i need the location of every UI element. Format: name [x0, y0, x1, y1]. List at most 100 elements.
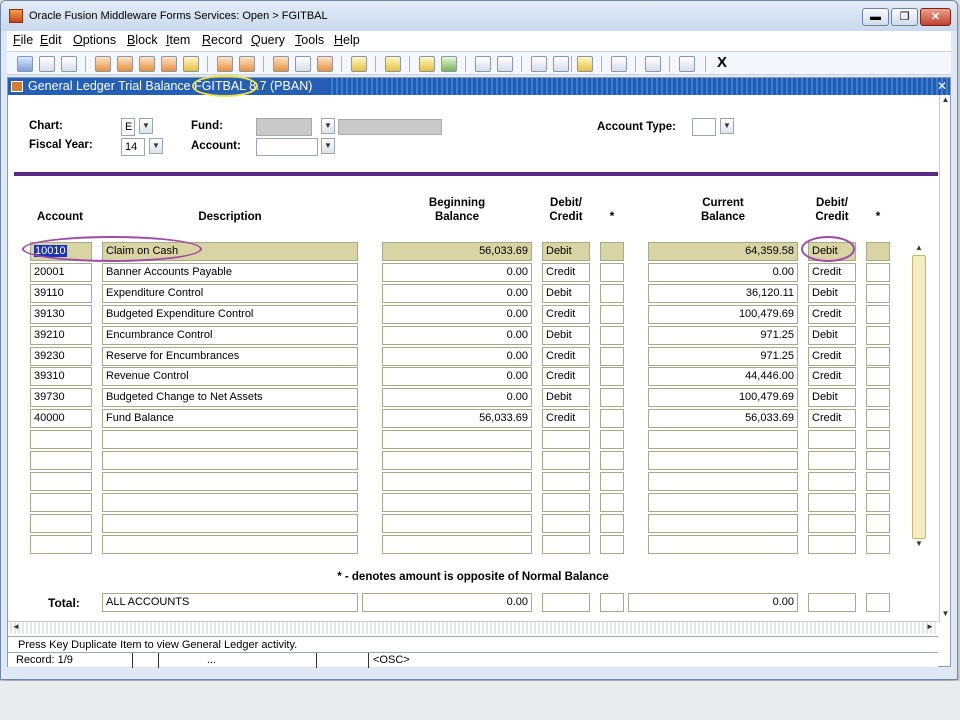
beginning-balance-cell[interactable]: 0.00 [382, 367, 532, 386]
description-cell[interactable] [102, 535, 358, 554]
debit-credit-cell[interactable]: Credit [808, 409, 856, 428]
menu-edit[interactable]: Edit [40, 33, 62, 47]
account-field[interactable] [256, 138, 318, 156]
current-balance-cell[interactable]: 100,479.69 [648, 388, 798, 407]
debit-credit-cell[interactable]: Debit [808, 284, 856, 303]
maximize-button[interactable]: ❐ [891, 8, 918, 26]
scroll-left-icon[interactable]: ◄ [10, 622, 22, 634]
debit-credit-cell[interactable]: Credit [542, 367, 590, 386]
delete-record-icon[interactable] [317, 56, 333, 72]
opposite-flag-cell[interactable] [866, 514, 890, 533]
form-scroll-down-icon[interactable]: ▼ [940, 609, 951, 621]
fund-field[interactable] [256, 118, 312, 136]
opposite-flag-cell[interactable] [866, 430, 890, 449]
debit-credit-cell[interactable] [808, 535, 856, 554]
debit-credit-cell[interactable] [808, 514, 856, 533]
opposite-flag-cell[interactable] [600, 242, 624, 261]
workflow-icon[interactable] [611, 56, 627, 72]
description-cell[interactable]: Claim on Cash [102, 242, 358, 261]
execute-query-icon[interactable] [239, 56, 255, 72]
menu-file[interactable]: File [13, 33, 33, 47]
close-button[interactable]: ✕ [920, 8, 951, 26]
exit-button[interactable]: X [717, 54, 727, 71]
opposite-flag-cell[interactable] [600, 535, 624, 554]
description-cell[interactable]: Revenue Control [102, 367, 358, 386]
opposite-flag-cell[interactable] [600, 305, 624, 324]
current-balance-cell[interactable] [648, 535, 798, 554]
account-cell[interactable]: 39310 [30, 367, 92, 386]
menu-item[interactable]: Item [166, 33, 190, 47]
opposite-flag-cell[interactable] [600, 263, 624, 282]
debit-credit-cell[interactable]: Credit [542, 347, 590, 366]
beginning-balance-cell[interactable] [382, 430, 532, 449]
beginning-balance-cell[interactable]: 56,033.69 [382, 409, 532, 428]
insert-icon[interactable] [273, 56, 289, 72]
menu-block[interactable]: Block [127, 33, 158, 47]
previous-record-icon[interactable] [161, 56, 177, 72]
description-cell[interactable] [102, 451, 358, 470]
next-block-icon[interactable] [139, 56, 155, 72]
current-balance-cell[interactable]: 44,446.00 [648, 367, 798, 386]
form-close-icon[interactable]: ✕ [937, 79, 947, 93]
opposite-flag-cell[interactable] [600, 409, 624, 428]
account-cell[interactable]: 39730 [30, 388, 92, 407]
current-balance-cell[interactable] [648, 514, 798, 533]
beginning-balance-cell[interactable]: 0.00 [382, 263, 532, 282]
current-balance-cell[interactable] [648, 493, 798, 512]
current-balance-cell[interactable] [648, 430, 798, 449]
account-cell[interactable]: 40000 [30, 409, 92, 428]
current-balance-cell[interactable]: 36,120.11 [648, 284, 798, 303]
account-cell[interactable]: 39110 [30, 284, 92, 303]
debit-credit-cell[interactable]: Debit [808, 242, 856, 261]
current-balance-cell[interactable]: 64,359.58 [648, 242, 798, 261]
search-icon[interactable] [419, 56, 435, 72]
opposite-flag-cell[interactable] [866, 305, 890, 324]
debit-credit-cell[interactable]: Debit [542, 284, 590, 303]
description-cell[interactable] [102, 472, 358, 491]
debit-credit-cell[interactable]: Credit [808, 263, 856, 282]
debit-credit-cell[interactable] [542, 430, 590, 449]
menu-tools[interactable]: Tools [295, 33, 324, 47]
debit-credit-cell[interactable] [808, 430, 856, 449]
opposite-flag-cell[interactable] [600, 326, 624, 345]
beginning-balance-cell[interactable]: 0.00 [382, 305, 532, 324]
account-cell[interactable]: 10010 [30, 242, 92, 261]
rollback-icon[interactable] [39, 56, 55, 72]
description-cell[interactable] [102, 514, 358, 533]
attachments-icon[interactable] [351, 56, 367, 72]
enter-query-icon[interactable] [217, 56, 233, 72]
scroll-down-icon[interactable]: ▼ [912, 539, 926, 551]
opposite-flag-cell[interactable] [866, 242, 890, 261]
insert-record-icon[interactable] [95, 56, 111, 72]
account-lov-icon[interactable]: ▼ [321, 138, 335, 154]
print-icon[interactable] [385, 56, 401, 72]
account-cell[interactable]: 39210 [30, 326, 92, 345]
debit-credit-cell[interactable]: Debit [542, 326, 590, 345]
scroll-thumb[interactable] [912, 255, 926, 539]
debit-credit-cell[interactable]: Credit [808, 367, 856, 386]
menu-record[interactable]: Record [202, 33, 242, 47]
debit-credit-cell[interactable]: Credit [808, 305, 856, 324]
chart-lov-icon[interactable]: ▼ [139, 118, 153, 134]
opposite-flag-cell[interactable] [866, 472, 890, 491]
save-icon[interactable] [17, 56, 33, 72]
opposite-flag-cell[interactable] [600, 388, 624, 407]
description-cell[interactable]: Expenditure Control [102, 284, 358, 303]
current-balance-cell[interactable]: 971.25 [648, 347, 798, 366]
help-icon[interactable] [645, 56, 661, 72]
account-cell[interactable] [30, 451, 92, 470]
beginning-balance-cell[interactable]: 0.00 [382, 388, 532, 407]
menu-query[interactable]: Query [251, 33, 285, 47]
debit-credit-cell[interactable]: Debit [808, 326, 856, 345]
beginning-balance-cell[interactable]: 0.00 [382, 326, 532, 345]
account-cell[interactable] [30, 430, 92, 449]
print-page-icon[interactable] [61, 56, 77, 72]
debit-credit-cell[interactable] [808, 472, 856, 491]
fund-lov-icon[interactable]: ▼ [321, 118, 335, 134]
tree-collapse-icon[interactable] [497, 56, 513, 72]
tree-expand-icon[interactable] [475, 56, 491, 72]
opposite-flag-cell[interactable] [600, 493, 624, 512]
debit-credit-cell[interactable] [542, 535, 590, 554]
beginning-balance-cell[interactable]: 0.00 [382, 284, 532, 303]
form-vertical-scrollbar[interactable]: ▲ ▼ [939, 95, 951, 623]
